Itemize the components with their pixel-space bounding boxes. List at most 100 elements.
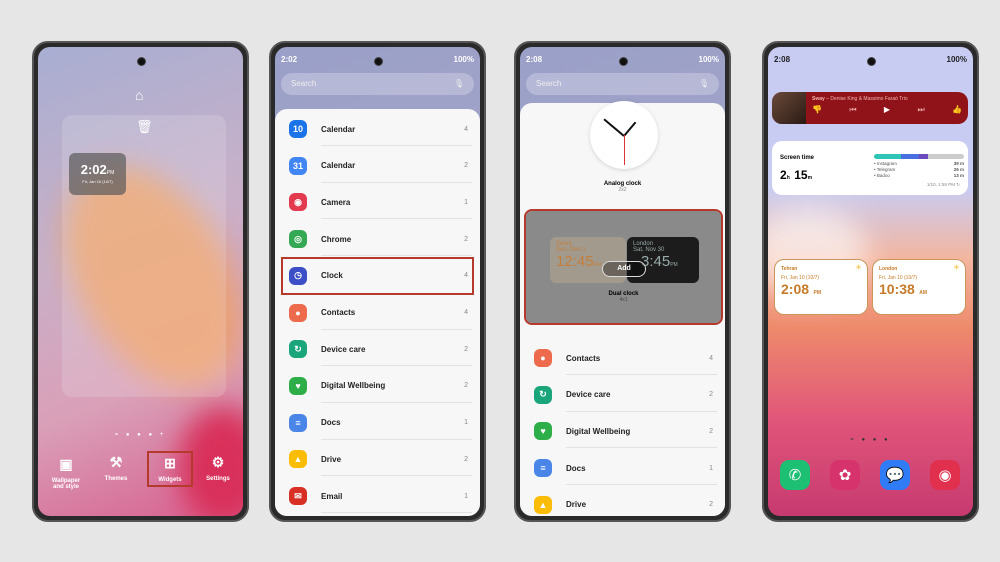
thumbs-down-icon[interactable]: 👎 [812, 105, 822, 115]
previous-icon[interactable]: ⏮ [849, 105, 856, 115]
clock-time: 2:02 [80, 162, 107, 177]
app-icon: ◎ [289, 230, 307, 249]
list-item-drive[interactable]: ▲ Drive 2 [283, 442, 472, 477]
search-input[interactable]: Search 🎙 [526, 73, 719, 95]
refresh-icon[interactable]: ↻ [956, 182, 960, 187]
search-input[interactable]: Search 🎙 [281, 73, 474, 95]
app-name: Drive [321, 454, 342, 464]
city-name: London [879, 266, 898, 272]
list-item-drive[interactable]: ▲ Drive 2 [528, 488, 717, 516]
page-indicator: = ● ● ● [850, 437, 891, 443]
play-icon[interactable]: ▶ [884, 105, 890, 115]
widget-count: 2 [464, 162, 468, 170]
app-name: Calendar [321, 124, 356, 134]
list-item-contacts[interactable]: ● Contacts 4 [283, 296, 472, 330]
camera-icon[interactable]: ◉ [930, 460, 960, 490]
list-item-docs[interactable]: ≡ Docs 1 [283, 406, 472, 440]
app-name: Email [321, 491, 343, 501]
list-item-docs[interactable]: ≡ Docs 1 [528, 451, 717, 486]
nav-themes[interactable]: ⚒ Themes [96, 454, 136, 482]
app-name: Instagram [876, 161, 897, 166]
mic-icon[interactable]: 🎙 [699, 79, 709, 88]
nav-wallpaper[interactable]: ▣ Wallpaper and style [46, 456, 86, 490]
ampm: AM [593, 262, 602, 268]
app-icon: 10 [289, 120, 307, 138]
gallery-icon[interactable]: ✿ [830, 460, 860, 490]
second-hand [624, 135, 625, 165]
nav-label: Themes [104, 476, 128, 482]
battery-level: 100% [453, 55, 474, 64]
widget-count: 2 [464, 455, 468, 463]
album-art [772, 92, 806, 124]
list-item-contacts[interactable]: ● Contacts 4 [528, 341, 717, 375]
list-item-digital-wellbeing[interactable]: ♥ Digital Wellbeing 2 [283, 369, 472, 403]
widget-count: 1 [464, 492, 468, 500]
app-icon: ◉ [289, 193, 307, 212]
world-clock-tehran[interactable]: ☀ Tehran Fri, Jan 10 (10/7) 2:08 PM [774, 259, 868, 315]
brush-icon: ⚒ [109, 454, 123, 470]
widget-size: 2x2 [618, 187, 627, 193]
dual-clock-widget[interactable]: Seoul Sun, Dec 1 12:45AM London Sat, Nov 3… [524, 209, 723, 325]
thumbs-up-icon[interactable]: 👍 [952, 105, 962, 115]
list-item-clock[interactable]: ◷ Clock 4 [281, 256, 474, 295]
app-name: Telegram [876, 167, 896, 172]
widget-count: 2 [464, 235, 468, 243]
hour-hand [623, 121, 637, 137]
list-item-device-care[interactable]: ↻ Device care 2 [528, 378, 717, 412]
time: 2:08 [781, 281, 810, 297]
clock-widget[interactable]: 2:02PM Fri, Jan 10 (10/7) [69, 153, 126, 195]
list-item-device-care[interactable]: ↻ Device care 2 [283, 332, 472, 367]
home-icon[interactable]: ⌂ [135, 87, 143, 103]
app-name: Docs [566, 463, 586, 473]
phone-home-edit: ⌂ 🗑 2:02PM Fri, Jan 10 (10/7) = ● ● ● + … [32, 41, 249, 522]
app-icon: ● [534, 349, 552, 367]
search-placeholder: Search [291, 79, 317, 88]
list-item-camera[interactable]: ◉ Camera 1 [283, 185, 472, 220]
analog-clock-preview[interactable] [590, 101, 658, 169]
app-icon: 31 [289, 156, 307, 175]
list-item-chrome[interactable]: ◎ Chrome 2 [283, 222, 472, 257]
list-item-email[interactable]: ✉ Email 1 [283, 479, 472, 513]
updated-time: 1/10, 1:59 PM [926, 182, 955, 187]
add-label: Add [617, 265, 631, 272]
status-time: 2:08 [774, 55, 791, 64]
phone-icon[interactable]: ✆ [780, 460, 810, 490]
widget-count: 1 [464, 198, 468, 206]
app-name: Digital Wellbeing [321, 381, 386, 391]
app-name: Device care [321, 344, 366, 354]
clock-ampm: PM [106, 170, 115, 176]
time: 10:38 [879, 281, 915, 297]
battery-level: 100% [698, 55, 719, 64]
app-name: Camera [321, 197, 351, 207]
next-icon[interactable]: ⏭ [917, 105, 924, 115]
nav-settings[interactable]: ⚙ Settings [198, 454, 238, 482]
app-icon: ≡ [289, 413, 307, 432]
phone-clock-widgets: 2:08 100% Search 🎙 Analog clock 2x2 Seoul S… [514, 41, 731, 522]
world-clock-london[interactable]: ☀ London Fri, Jan 10 (10/7) 10:38 AM [872, 259, 966, 315]
song-title: Sway [812, 96, 825, 102]
add-button[interactable]: Add [602, 261, 646, 277]
ampm: PM [670, 262, 678, 268]
app-name: Docs [321, 418, 341, 428]
messages-icon[interactable]: 💬 [880, 460, 910, 490]
phone-widget-list: 2:02 100% Search 🎙 10 Calendar 4 31 Calendar 2 ◉… [269, 41, 486, 522]
nav-widgets[interactable]: ⊞ Widgets [147, 451, 193, 487]
widget-count: 2 [709, 427, 713, 435]
list-item-calendar[interactable]: 10 Calendar 4 [283, 112, 472, 146]
ampm: PM [813, 290, 821, 296]
app-name: Contacts [321, 308, 356, 317]
usage-bar [874, 154, 964, 159]
app-icon: ◷ [289, 266, 307, 285]
list-item-calendar[interactable]: 31 Calendar 2 [283, 149, 472, 183]
mic-icon[interactable]: 🎙 [454, 79, 464, 88]
list-item-digital-wellbeing[interactable]: ♥ Digital Wellbeing 2 [528, 414, 717, 449]
app-name: Contacts [566, 353, 601, 363]
widgets-icon: ⊞ [164, 455, 176, 471]
screen-time-widget[interactable]: Screen time 2h 15m • Instagram 39 m • Tele… [772, 141, 968, 195]
ampm: AM [919, 290, 928, 296]
widget-app-list[interactable]: 10 Calendar 4 31 Calendar 2 ◉ Camera 1 ◎ Chrome 2 ◷ C… [275, 109, 480, 516]
widget-count: 4 [464, 125, 468, 133]
app-usage: • Badoo 13 m [874, 173, 964, 178]
music-widget[interactable]: Sway – Denise King & Massimo Faraò Trio … [772, 92, 968, 124]
app-time: 13 m [953, 173, 964, 178]
